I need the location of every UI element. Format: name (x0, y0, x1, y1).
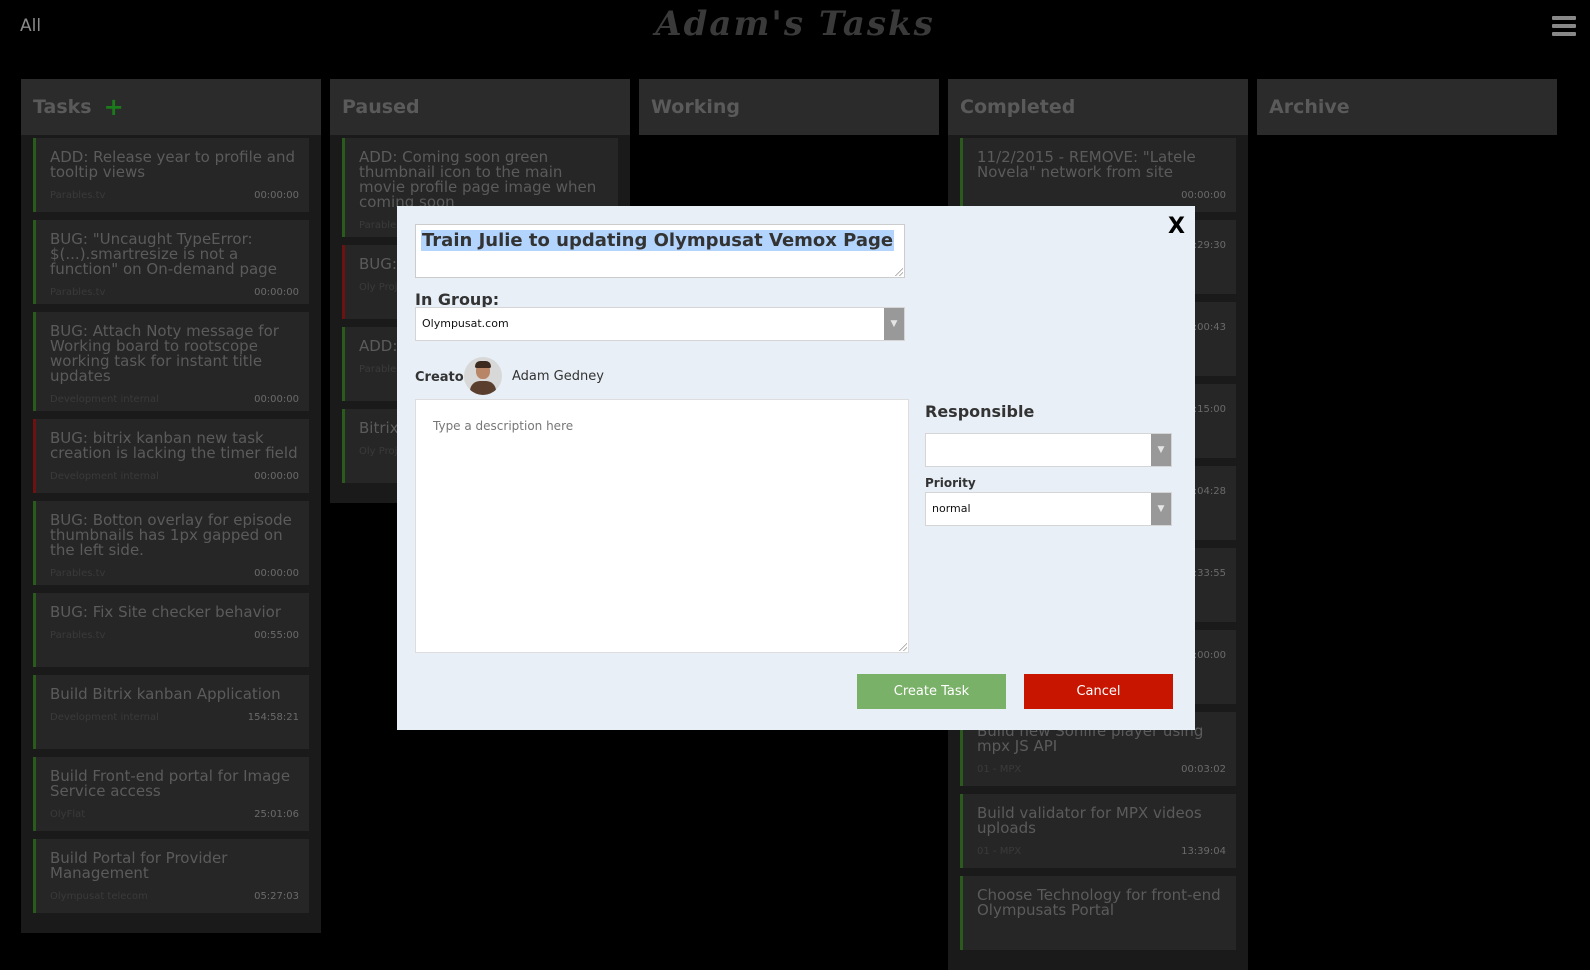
description-textarea[interactable]: Type a description here (415, 399, 909, 653)
creator-label: Creator (415, 370, 471, 385)
avatar (464, 357, 502, 395)
priority-select-value: normal (932, 502, 971, 515)
creator-name: Adam Gedney (512, 369, 604, 384)
modal-overlay: X Train Julie to updating Olympusat Vemo… (0, 0, 1590, 931)
cancel-button[interactable]: Cancel (1024, 674, 1173, 709)
priority-label: Priority (925, 476, 976, 490)
responsible-select[interactable]: ▼ (925, 433, 1172, 467)
create-task-button[interactable]: Create Task (857, 674, 1006, 709)
task-title-text: Train Julie to updating Olympusat Vemox … (421, 230, 895, 251)
group-select[interactable]: Olympusat.com ▼ (415, 307, 905, 341)
close-icon[interactable]: X (1168, 214, 1185, 239)
group-select-value: Olympusat.com (422, 317, 509, 330)
new-task-modal: X Train Julie to updating Olympusat Vemo… (397, 206, 1195, 730)
description-placeholder: Type a description here (433, 419, 574, 433)
responsible-label: Responsible (925, 402, 1035, 421)
chevron-down-icon: ▼ (884, 308, 904, 340)
task-title-input[interactable]: Train Julie to updating Olympusat Vemox … (415, 224, 905, 278)
priority-select[interactable]: normal ▼ (925, 492, 1172, 526)
resize-handle-icon[interactable] (899, 643, 907, 651)
chevron-down-icon: ▼ (1151, 493, 1171, 525)
resize-handle-icon[interactable] (895, 268, 903, 276)
chevron-down-icon: ▼ (1151, 434, 1171, 466)
